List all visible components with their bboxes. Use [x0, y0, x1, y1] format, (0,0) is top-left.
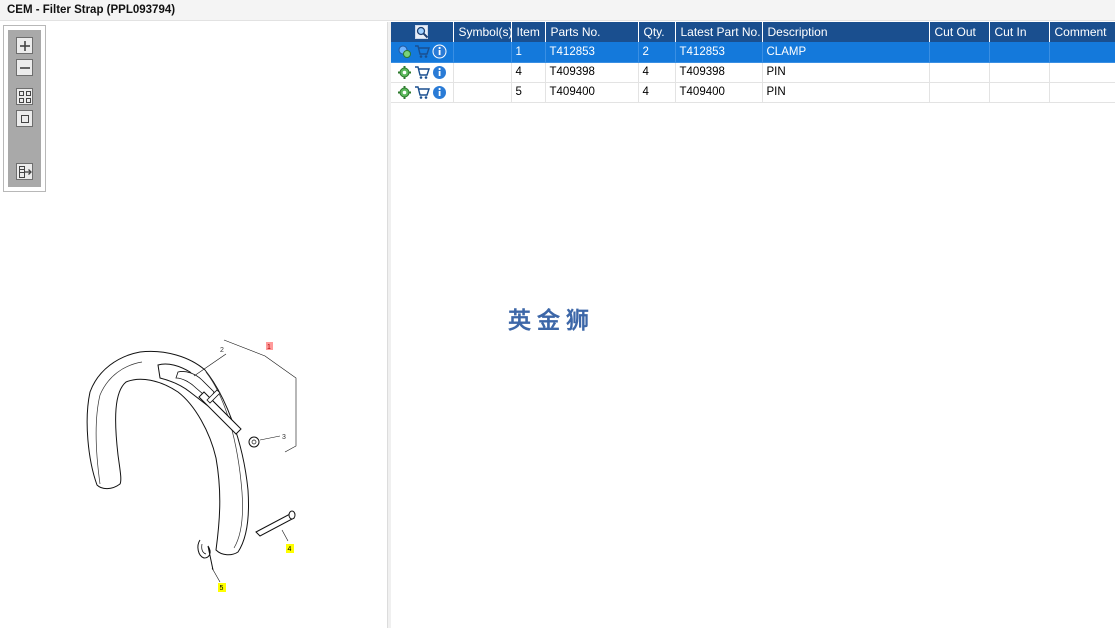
cell-cut-in [989, 82, 1050, 103]
zoom-out-icon [20, 67, 30, 69]
row-actions [391, 82, 454, 103]
column-header-symbols[interactable]: Symbol(s) [453, 22, 512, 42]
add-to-cart-icon[interactable] [414, 44, 430, 59]
svg-text:5: 5 [220, 585, 224, 592]
cell-parts-no: T409398 [545, 62, 639, 83]
cell-cut-in [989, 42, 1050, 63]
fit-all-icon [19, 91, 31, 103]
zoom-in-button[interactable] [16, 37, 33, 54]
interchange-icon[interactable] [397, 44, 412, 59]
cell-cut-out [929, 42, 990, 63]
window-title: CEM - Filter Strap (PPL093794) [7, 4, 176, 16]
zoom-in-icon [20, 41, 30, 51]
table-row[interactable]: 5 T409400 4 T409400 PIN [391, 82, 1115, 103]
column-header-cut-out[interactable]: Cut Out [929, 22, 990, 42]
cell-comment [1049, 62, 1115, 83]
cell-latest-part-no: T409398 [675, 62, 763, 83]
callout-2[interactable]: 2 [220, 347, 224, 354]
gear-icon[interactable] [397, 65, 412, 80]
parts-list-pane: Symbol(s) Item Parts No. Qty. Latest Par… [391, 22, 1115, 628]
svg-text:3: 3 [282, 434, 286, 441]
column-header-latest-part-no[interactable]: Latest Part No. [675, 22, 763, 42]
column-header-comment[interactable]: Comment [1049, 22, 1115, 42]
parts-table: Symbol(s) Item Parts No. Qty. Latest Par… [391, 22, 1115, 103]
row-actions [391, 62, 454, 83]
cell-parts-no: T412853 [545, 42, 639, 63]
cell-item: 4 [511, 62, 546, 83]
callout-4[interactable]: 4 [286, 544, 294, 553]
callout-1[interactable]: 1 [266, 342, 273, 351]
fit-all-button[interactable] [16, 88, 33, 105]
actual-size-icon [21, 115, 29, 123]
watermark-text: 英金狮 [508, 308, 595, 334]
export-button[interactable] [16, 163, 33, 180]
cell-description: PIN [762, 82, 930, 103]
title-bar: CEM - Filter Strap (PPL093794) [0, 0, 1115, 21]
callout-5[interactable]: 5 [218, 583, 226, 592]
gear-icon[interactable] [397, 85, 412, 100]
cell-qty: 4 [638, 82, 676, 103]
info-icon[interactable] [432, 85, 447, 100]
search-doc-icon [414, 25, 428, 39]
table-row[interactable]: 1 T412853 2 T412853 CLAMP [391, 42, 1115, 63]
cell-symbols [453, 62, 512, 83]
export-icon [19, 166, 32, 178]
column-header-qty[interactable]: Qty. [638, 22, 676, 42]
table-header-row: Symbol(s) Item Parts No. Qty. Latest Par… [391, 22, 1115, 42]
svg-text:4: 4 [288, 546, 292, 553]
cell-qty: 2 [638, 42, 676, 63]
cell-symbols [453, 82, 512, 103]
cell-cut-out [929, 82, 990, 103]
diagram-pane[interactable]: 1 2 3 4 5 [0, 22, 388, 628]
cell-latest-part-no: T412853 [675, 42, 763, 63]
actual-size-button[interactable] [16, 110, 33, 127]
viewer-toolbox [3, 25, 46, 192]
cell-comment [1049, 82, 1115, 103]
cell-description: CLAMP [762, 42, 930, 63]
info-icon[interactable] [432, 44, 447, 59]
column-header-description[interactable]: Description [762, 22, 930, 42]
cell-cut-out [929, 62, 990, 83]
add-to-cart-icon[interactable] [414, 85, 430, 100]
info-icon[interactable] [432, 65, 447, 80]
zoom-out-button[interactable] [16, 59, 33, 76]
cell-parts-no: T409400 [545, 82, 639, 103]
column-header-cut-in[interactable]: Cut In [989, 22, 1050, 42]
cell-symbols [453, 42, 512, 63]
cell-comment [1049, 42, 1115, 63]
add-to-cart-icon[interactable] [414, 65, 430, 80]
table-row[interactable]: 4 T409398 4 T409398 PIN [391, 62, 1115, 83]
column-header-item[interactable]: Item [511, 22, 546, 42]
cell-qty: 4 [638, 62, 676, 83]
cell-latest-part-no: T409400 [675, 82, 763, 103]
cell-description: PIN [762, 62, 930, 83]
row-actions [391, 42, 454, 63]
cell-cut-in [989, 62, 1050, 83]
cell-item: 5 [511, 82, 546, 103]
column-header-parts-no[interactable]: Parts No. [545, 22, 639, 42]
callout-3[interactable]: 3 [282, 434, 286, 441]
search-column-header[interactable] [391, 22, 454, 42]
svg-text:2: 2 [220, 347, 224, 354]
cell-item: 1 [511, 42, 546, 63]
exploded-parts-diagram: 1 2 3 4 5 [86, 339, 297, 592]
svg-text:1: 1 [267, 344, 271, 351]
filter-strap-part [86, 350, 249, 556]
